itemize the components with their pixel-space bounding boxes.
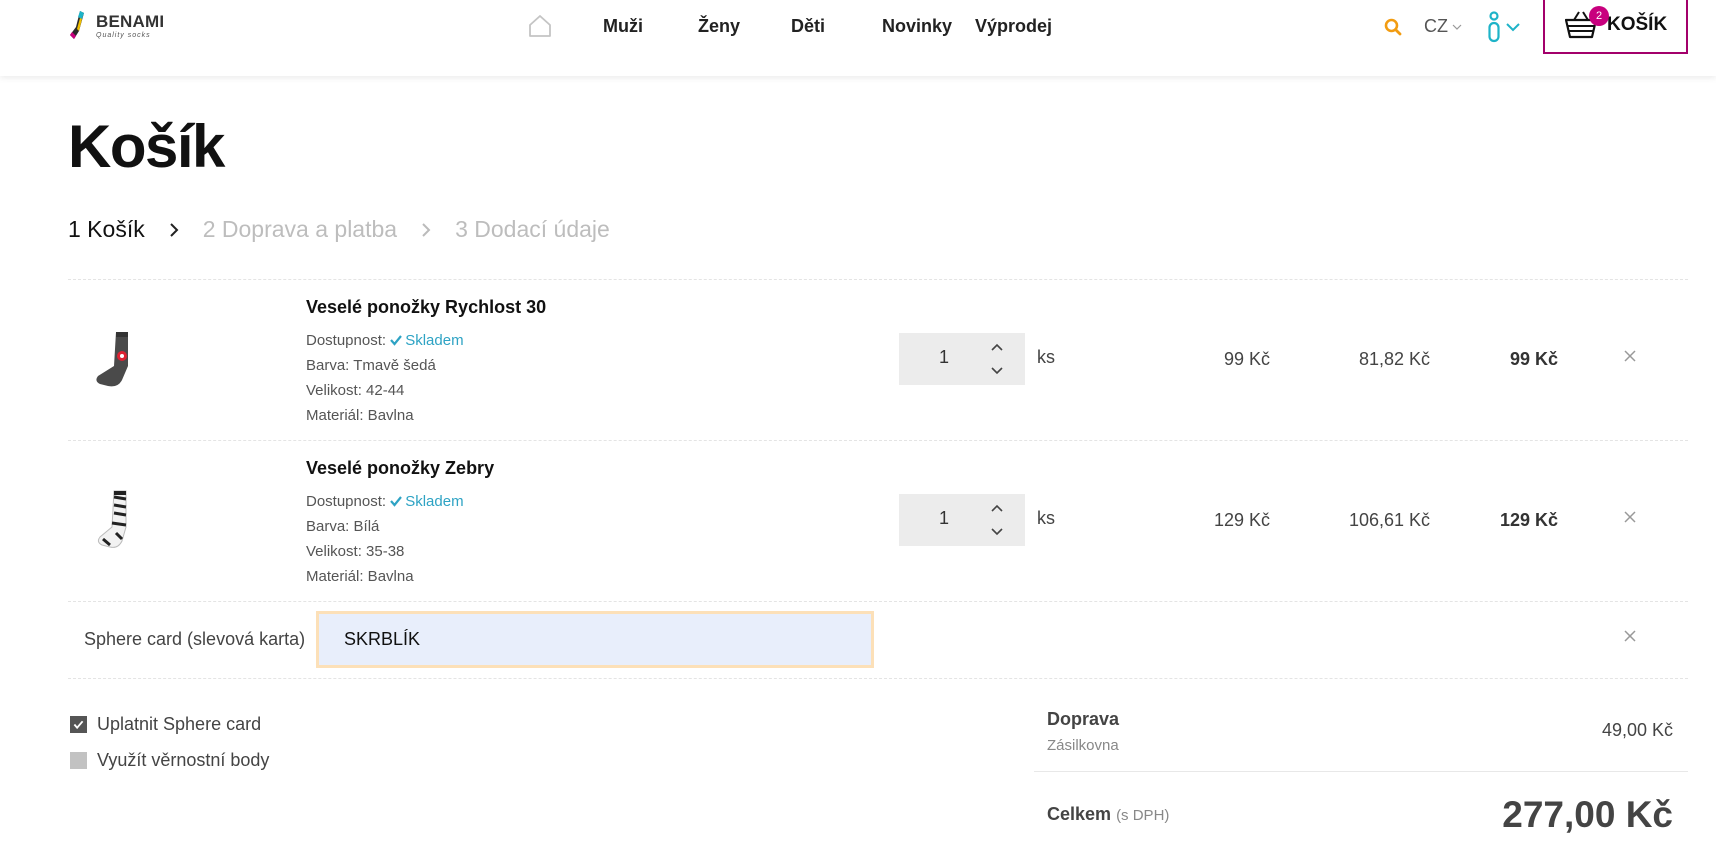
decrease-quantity-button[interactable]	[987, 361, 1007, 381]
product-color: Barva: Tmavě šedá	[306, 357, 436, 374]
product-size: Velikost: 35-38	[306, 543, 405, 560]
product-availability: Dostupnost: Skladem	[306, 493, 464, 510]
divider	[68, 601, 1688, 602]
availability-text: Skladem	[405, 493, 464, 510]
quantity-stepper[interactable]: 1	[899, 333, 1025, 385]
unit-price-net: 81,82 Kč	[1358, 349, 1430, 369]
product-availability: Dostupnost: Skladem	[306, 332, 464, 349]
increase-quantity-button[interactable]	[987, 337, 1007, 357]
close-icon[interactable]	[1622, 509, 1638, 525]
availability-label: Dostupnost:	[306, 332, 387, 349]
quantity-value[interactable]: 1	[899, 347, 989, 368]
product-image[interactable]	[88, 487, 148, 557]
grand-total: 277,00 Kč	[1502, 794, 1673, 835]
nav-item-deti[interactable]: Děti	[791, 16, 825, 37]
availability-text: Skladem	[405, 332, 464, 349]
product-name[interactable]: Veselé ponožky Zebry	[306, 458, 494, 479]
page-title: Košík	[68, 113, 225, 180]
chevron-right-icon	[422, 222, 431, 237]
increase-quantity-button[interactable]	[987, 498, 1007, 518]
chevron-down-icon	[1452, 24, 1462, 30]
chevron-down-icon	[991, 528, 1003, 536]
cart-label: KOŠÍK	[1607, 14, 1668, 35]
option-label: Využít věrnostní body	[97, 750, 270, 770]
step-delivery-details[interactable]: 3 Dodací údaje	[455, 216, 610, 243]
shipping-label: Doprava	[1047, 709, 1120, 729]
product-material: Materiál: Bavlna	[306, 407, 414, 424]
close-icon[interactable]	[1622, 348, 1638, 364]
logo-name: BENAMI	[96, 12, 165, 31]
chevron-down-icon	[1506, 23, 1520, 32]
checkbox-checked[interactable]	[70, 716, 87, 733]
availability-value: Skladem	[390, 493, 464, 510]
nav-item-vyprodej[interactable]: Výprodej	[975, 16, 1052, 37]
home-icon[interactable]	[528, 14, 552, 38]
availability-label: Dostupnost:	[306, 493, 387, 510]
language-code: CZ	[1424, 16, 1448, 36]
product-image[interactable]	[88, 326, 148, 396]
check-icon	[73, 720, 84, 730]
product-size: Velikost: 42-44	[306, 382, 405, 399]
quantity-stepper[interactable]: 1	[899, 494, 1025, 546]
check-icon	[390, 335, 403, 346]
apply-sphere-card-option[interactable]: Uplatnit Sphere card	[70, 714, 261, 735]
decrease-quantity-button[interactable]	[987, 522, 1007, 542]
quantity-unit: ks	[1037, 347, 1055, 367]
step-cart[interactable]: 1 Košík	[68, 216, 145, 243]
check-icon	[390, 496, 403, 507]
language-selector[interactable]: CZ	[1424, 16, 1462, 37]
sphere-card-input[interactable]: SKRBLÍK	[316, 611, 874, 668]
chevron-down-icon	[991, 367, 1003, 375]
quantity-value[interactable]: 1	[899, 508, 989, 529]
line-total: 99 Kč	[1509, 349, 1558, 369]
divider	[68, 279, 1688, 280]
option-label: Uplatnit Sphere card	[97, 714, 262, 734]
chevron-up-icon	[991, 504, 1003, 512]
chevron-right-icon	[170, 222, 179, 237]
logo-tagline: Quality socks	[96, 32, 151, 39]
unit-price: 129 Kč	[1213, 510, 1270, 530]
search-icon[interactable]	[1384, 18, 1402, 36]
nav-item-zeny[interactable]: Ženy	[698, 16, 740, 37]
user-icon	[1488, 11, 1500, 43]
product-name[interactable]: Veselé ponožky Rychlost 30	[306, 297, 546, 318]
divider	[1034, 771, 1688, 772]
logo[interactable]: BENAMI Quality socks	[68, 8, 164, 44]
product-material: Materiál: Bavlna	[306, 568, 414, 585]
product-color: Barva: Bílá	[306, 518, 380, 535]
divider	[68, 440, 1688, 441]
unit-price: 99 Kč	[1223, 349, 1270, 369]
site-header: BENAMI Quality socks Muži Ženy Děti Novi…	[0, 0, 1716, 76]
total-label: Celkem	[1047, 804, 1112, 824]
nav-item-muzi[interactable]: Muži	[603, 16, 643, 37]
logo-sock-icon	[70, 11, 84, 39]
checkbox-unchecked[interactable]	[70, 752, 87, 769]
total-label-row: Celkem (s DPH)	[1047, 804, 1169, 825]
cart-button[interactable]: 2 KOŠÍK	[1543, 0, 1688, 54]
user-menu[interactable]	[1486, 11, 1520, 43]
unit-price-net: 106,61 Kč	[1348, 510, 1430, 530]
close-icon[interactable]	[1622, 628, 1638, 644]
use-loyalty-points-option[interactable]: Využít věrnostní body	[70, 750, 269, 771]
checkout-steps: 1 Košík 2 Doprava a platba 3 Dodací údaj…	[68, 216, 610, 243]
nav-item-novinky[interactable]: Novinky	[882, 16, 952, 37]
quantity-unit: ks	[1037, 508, 1055, 528]
line-total: 129 Kč	[1499, 510, 1558, 530]
shipping-price: 49,00 Kč	[1601, 720, 1673, 740]
total-note: (s DPH)	[1116, 807, 1170, 824]
cart-count-badge: 2	[1589, 6, 1609, 26]
chevron-up-icon	[991, 343, 1003, 351]
availability-value: Skladem	[390, 332, 464, 349]
shipping-method: Zásilkovna	[1047, 737, 1119, 754]
step-shipping-payment[interactable]: 2 Doprava a platba	[203, 216, 397, 243]
divider	[68, 678, 1688, 679]
sphere-card-label: Sphere card (slevová karta)	[84, 629, 306, 649]
